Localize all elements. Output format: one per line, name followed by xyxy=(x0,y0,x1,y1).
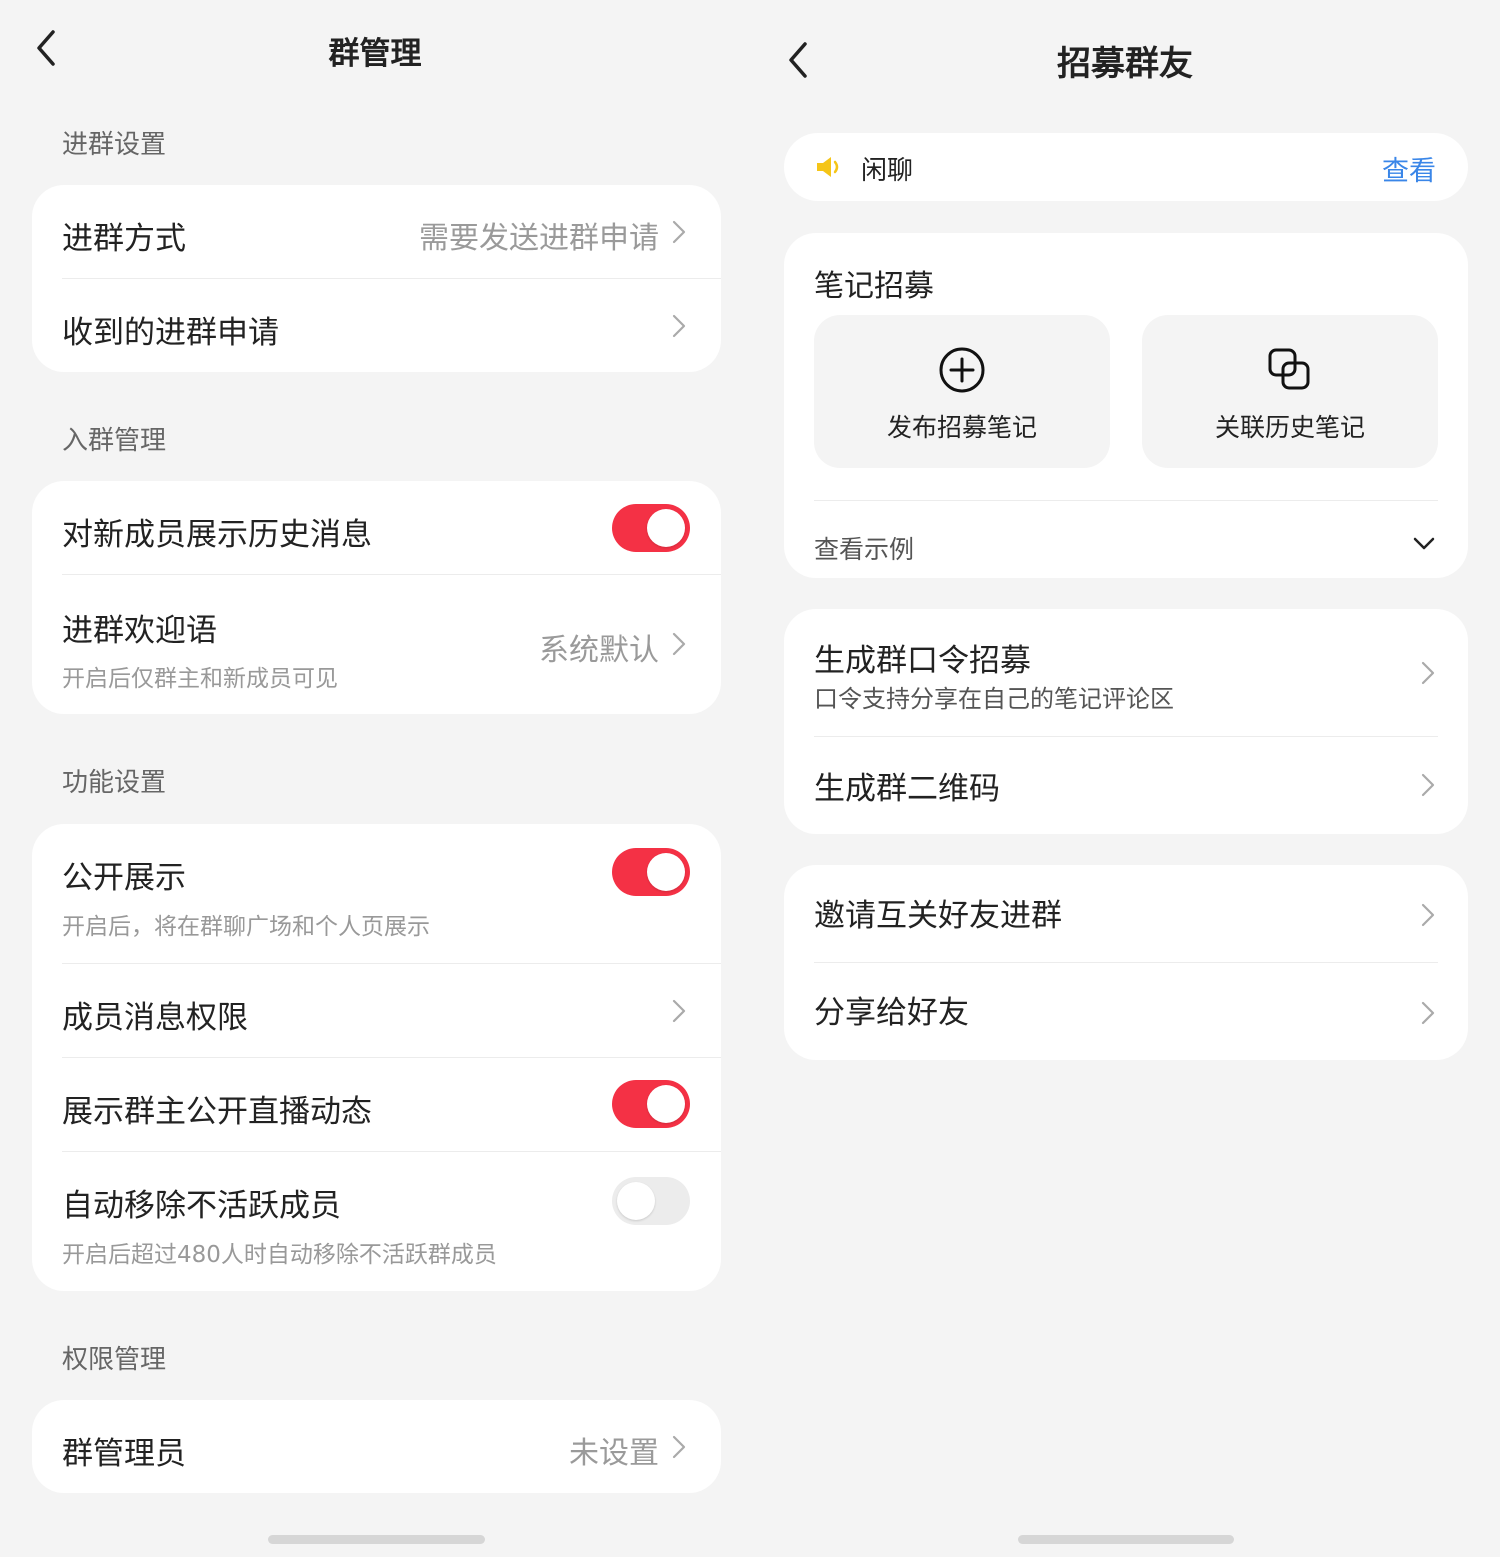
view-examples-label: 查看示例 xyxy=(814,535,915,564)
public-display-title: 公开展示 xyxy=(62,860,186,896)
speaker-icon xyxy=(817,157,839,177)
group-management-screen: 群管理 进群设置 进群方式 需要发送进群申请 收到的进群申请 入群管理 对新成员… xyxy=(0,0,750,1557)
chevron-right-icon xyxy=(672,632,686,656)
publish-note-label: 发布招募笔记 xyxy=(886,413,1037,442)
share-friends-row[interactable]: 分享给好友 xyxy=(784,963,1468,1060)
toggle-knob xyxy=(647,1085,685,1123)
toggle-knob xyxy=(617,1182,655,1220)
welcome-message-title: 进群欢迎语 xyxy=(62,613,217,649)
public-display-toggle[interactable] xyxy=(612,848,690,896)
live-display-toggle[interactable] xyxy=(612,1080,690,1128)
join-settings-card: 进群方式 需要发送进群申请 收到的进群申请 xyxy=(32,185,721,372)
admins-title: 群管理员 xyxy=(62,1436,186,1472)
chevron-right-icon xyxy=(1421,903,1435,927)
chevron-right-icon xyxy=(672,1435,686,1459)
share-card: 邀请互关好友进群 分享给好友 xyxy=(784,865,1468,1060)
recruit-members-screen: 招募群友 闲聊 查看 笔记招募 发布招募笔记 关联历史笔记 查看示例 生成群口令… xyxy=(750,0,1500,1557)
view-examples-row[interactable]: 查看示例 xyxy=(784,501,1468,578)
plus-circle-icon xyxy=(939,347,985,393)
group-password-subtitle: 口令支持分享在自己的笔记评论区 xyxy=(814,685,1174,713)
join-method-title: 进群方式 xyxy=(62,221,186,257)
toggle-knob xyxy=(647,853,685,891)
home-indicator[interactable] xyxy=(1018,1535,1234,1544)
auto-remove-title: 自动移除不活跃成员 xyxy=(62,1188,341,1224)
invite-friends-title: 邀请互关好友进群 xyxy=(814,898,1062,934)
join-requests-title: 收到的进群申请 xyxy=(62,315,279,351)
welcome-message-row[interactable]: 进群欢迎语 开启后仅群主和新成员可见 系统默认 xyxy=(32,575,721,714)
notice-text: 闲聊 xyxy=(861,156,914,186)
chevron-right-icon xyxy=(1421,773,1435,797)
show-history-toggle[interactable] xyxy=(612,504,690,552)
admins-value: 未设置 xyxy=(569,1436,659,1471)
section-label-features: 功能设置 xyxy=(62,768,167,798)
member-permission-title: 成员消息权限 xyxy=(62,1000,248,1036)
permissions-card: 群管理员 未设置 xyxy=(32,1400,721,1493)
toggle-knob xyxy=(647,509,685,547)
share-friends-title: 分享给好友 xyxy=(814,995,969,1031)
copy-icon xyxy=(1268,348,1310,390)
join-method-row[interactable]: 进群方式 需要发送进群申请 xyxy=(32,185,721,278)
generate-invite-card: 生成群口令招募 口令支持分享在自己的笔记评论区 生成群二维码 xyxy=(784,609,1468,834)
live-display-row: 展示群主公开直播动态 xyxy=(32,1058,721,1151)
chevron-right-icon xyxy=(672,314,686,338)
group-password-row[interactable]: 生成群口令招募 口令支持分享在自己的笔记评论区 xyxy=(784,609,1468,736)
link-history-note-label: 关联历史笔记 xyxy=(1214,413,1365,442)
welcome-message-value: 系统默认 xyxy=(539,633,659,668)
section-label-join: 进群设置 xyxy=(62,130,167,160)
section-label-permissions: 权限管理 xyxy=(62,1345,167,1375)
chevron-right-icon xyxy=(1421,1001,1435,1025)
page-title: 群管理 xyxy=(328,36,422,72)
section-label-entry: 入群管理 xyxy=(62,426,167,456)
notice-bar: 闲聊 查看 xyxy=(784,133,1468,201)
chevron-right-icon xyxy=(672,220,686,244)
auto-remove-toggle[interactable] xyxy=(612,1177,690,1225)
auto-remove-subtitle: 开启后超过480人时自动移除不活跃群成员 xyxy=(62,1242,497,1268)
page-title: 招募群友 xyxy=(1057,44,1193,84)
link-history-note-button[interactable]: 关联历史笔记 xyxy=(1142,315,1438,468)
group-password-title: 生成群口令招募 xyxy=(814,643,1031,679)
chevron-down-icon xyxy=(1413,537,1435,550)
show-history-title: 对新成员展示历史消息 xyxy=(62,517,372,553)
home-indicator[interactable] xyxy=(268,1535,485,1544)
public-display-row: 公开展示 开启后，将在群聊广场和个人页展示 xyxy=(32,824,721,963)
admins-row[interactable]: 群管理员 未设置 xyxy=(32,1400,721,1493)
welcome-message-subtitle: 开启后仅群主和新成员可见 xyxy=(62,666,338,692)
member-permission-row[interactable]: 成员消息权限 xyxy=(32,964,721,1057)
public-display-subtitle: 开启后，将在群聊广场和个人页展示 xyxy=(62,914,430,940)
invite-friends-row[interactable]: 邀请互关好友进群 xyxy=(784,865,1468,962)
show-history-row: 对新成员展示历史消息 xyxy=(32,481,721,574)
entry-management-card: 对新成员展示历史消息 进群欢迎语 开启后仅群主和新成员可见 系统默认 xyxy=(32,481,721,714)
join-method-value: 需要发送进群申请 xyxy=(419,221,659,256)
live-display-title: 展示群主公开直播动态 xyxy=(62,1094,372,1130)
chevron-right-icon xyxy=(672,999,686,1023)
notice-view-link[interactable]: 查看 xyxy=(1382,149,1436,188)
group-qrcode-row[interactable]: 生成群二维码 xyxy=(784,737,1468,834)
group-qrcode-title: 生成群二维码 xyxy=(814,771,1000,807)
publish-note-button[interactable]: 发布招募笔记 xyxy=(814,315,1110,468)
chevron-right-icon xyxy=(1421,661,1435,685)
auto-remove-row: 自动移除不活跃成员 开启后超过480人时自动移除不活跃群成员 xyxy=(32,1152,721,1291)
feature-settings-card: 公开展示 开启后，将在群聊广场和个人页展示 成员消息权限 展示群主公开直播动态 … xyxy=(32,824,721,1291)
note-recruit-heading: 笔记招募 xyxy=(814,269,934,304)
join-requests-row[interactable]: 收到的进群申请 xyxy=(32,279,721,372)
note-recruit-card: 笔记招募 发布招募笔记 关联历史笔记 查看示例 xyxy=(784,233,1468,578)
